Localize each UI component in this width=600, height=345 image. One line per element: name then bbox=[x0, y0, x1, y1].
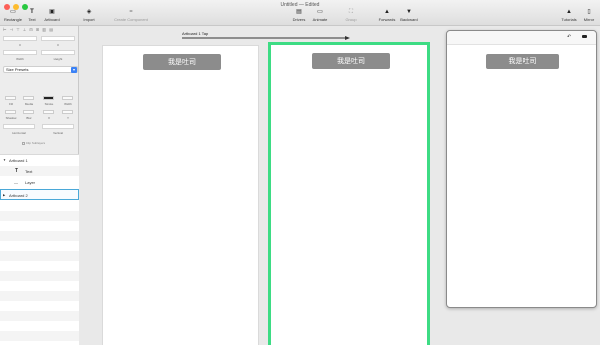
disclosure-triangle-icon: ▼ bbox=[3, 158, 6, 162]
artboard-label: Artboard bbox=[44, 17, 60, 22]
shadow-y-field[interactable] bbox=[62, 110, 73, 114]
layer-label: Text bbox=[25, 169, 33, 174]
shadow-x-label: X bbox=[47, 116, 50, 120]
layer-row-artboard-2[interactable]: ▶ Artboard 2 bbox=[0, 189, 79, 200]
import-icon: ◈ bbox=[86, 9, 92, 15]
tutorials-label: Tutorials bbox=[561, 17, 577, 22]
component-icon: ⚭ bbox=[128, 9, 134, 15]
y-position-field[interactable] bbox=[41, 36, 75, 41]
fill-swatch[interactable] bbox=[5, 96, 16, 100]
drivers-button[interactable]: ▤ Drivers bbox=[290, 9, 308, 22]
vertical-label: Vertical bbox=[53, 131, 63, 135]
graduation-cap-icon: ▲ bbox=[566, 9, 572, 15]
drivers-icon: ▤ bbox=[296, 9, 302, 15]
forwards-label: Forwards bbox=[378, 17, 396, 22]
size-presets-value: Size Presets bbox=[6, 67, 29, 72]
text-tool-button[interactable]: T Text bbox=[25, 9, 39, 22]
group-label: Group bbox=[345, 17, 357, 22]
artboard-icon: ▣ bbox=[49, 9, 55, 15]
send-backward-icon: ▼ bbox=[406, 9, 412, 15]
clip-sublayers-checkbox[interactable]: Clip Sublayers bbox=[22, 141, 45, 145]
design-canvas[interactable]: Artboard 1 Tap 我是吐司 我是吐司 bbox=[80, 26, 440, 345]
animate-button[interactable]: ▭ Animate bbox=[310, 9, 330, 22]
backward-label: Backward bbox=[400, 17, 418, 22]
preview-button[interactable]: 我是吐司 bbox=[486, 54, 559, 69]
tutorials-button[interactable]: ▲ Tutorials bbox=[558, 9, 580, 22]
text-label: Text bbox=[28, 17, 36, 22]
checkbox-icon bbox=[22, 141, 25, 145]
artboard-tool-button[interactable]: ▣ Artboard bbox=[41, 9, 63, 22]
artboard-2-button[interactable]: 我是吐司 bbox=[312, 53, 390, 69]
bring-forward-icon: ▲ bbox=[384, 9, 390, 15]
artboard-1[interactable]: 我是吐司 bbox=[102, 45, 259, 345]
rectangle-tool-button[interactable]: ▭ Rectangle bbox=[2, 9, 24, 22]
shadow-label: Shadow bbox=[5, 116, 17, 120]
record-icon[interactable] bbox=[582, 35, 587, 38]
text-icon: T bbox=[30, 9, 34, 15]
size-presets-dropdown[interactable]: Size Presets ▾ bbox=[3, 66, 78, 73]
toolbar: Untitled — Edited ▭ Rectangle T Text ▣ A… bbox=[0, 0, 600, 26]
preview-toolbar: ↶ bbox=[447, 31, 596, 45]
mirror-icon: ▯ bbox=[587, 9, 591, 15]
back-arrow-icon[interactable]: ↶ bbox=[567, 34, 571, 40]
rectangle-icon: ▭ bbox=[10, 9, 16, 15]
shadow-x-field[interactable] bbox=[43, 110, 54, 114]
height-label: Height bbox=[53, 57, 63, 61]
animate-label: Animate bbox=[312, 17, 328, 22]
artboard-2-selected[interactable]: 我是吐司 bbox=[268, 42, 430, 345]
stroke-width-field[interactable] bbox=[62, 96, 73, 100]
horizontal-constraint-dropdown[interactable] bbox=[3, 124, 35, 129]
fill-label: Fill bbox=[9, 102, 13, 106]
layer-row-text[interactable]: T Text bbox=[0, 166, 79, 177]
vertical-constraint-dropdown[interactable] bbox=[42, 124, 74, 129]
animate-icon: ▭ bbox=[317, 9, 323, 15]
x-position-field[interactable] bbox=[3, 36, 37, 41]
height-field[interactable] bbox=[41, 50, 75, 55]
x-value: 0 bbox=[19, 43, 21, 47]
alignment-icons: ⊢ ⊣ ⊤ ⊥ ⊟ ⊞ ▥ ▤ bbox=[3, 27, 54, 32]
create-component-label: Create Component bbox=[114, 17, 148, 22]
shadow-swatch[interactable] bbox=[5, 110, 16, 114]
rectangle-layer-icon: — bbox=[14, 180, 18, 185]
drivers-label: Drivers bbox=[292, 17, 306, 22]
group-button[interactable]: ⛶ Group bbox=[343, 9, 359, 22]
create-component-button[interactable]: ⚭ Create Component bbox=[110, 9, 152, 22]
inspector-panel: ⊢ ⊣ ⊤ ⊥ ⊟ ⊞ ▥ ▤ 0 0 Width Height Size Pr… bbox=[0, 26, 79, 345]
stroke-swatch[interactable] bbox=[43, 96, 54, 100]
width-stroke-label: Width bbox=[64, 102, 72, 106]
clip-sublayers-label: Clip Sublayers bbox=[25, 141, 46, 145]
sketch-app-window: Untitled — Edited ▭ Rectangle T Text ▣ A… bbox=[0, 0, 600, 345]
import-button[interactable]: ◈ Import bbox=[80, 9, 98, 22]
shadow-y-label: Y bbox=[66, 116, 69, 120]
layer-label: Artboard 1 bbox=[9, 158, 28, 163]
backward-button[interactable]: ▼ Backward bbox=[398, 9, 420, 22]
artboard-1-button[interactable]: 我是吐司 bbox=[143, 54, 221, 70]
import-label: Import bbox=[83, 17, 95, 22]
window-title: Untitled — Edited bbox=[280, 2, 320, 8]
mirror-button[interactable]: ▯ Mirror bbox=[580, 9, 598, 22]
chevron-down-icon: ▾ bbox=[71, 67, 77, 73]
media-swatch[interactable] bbox=[23, 96, 34, 100]
layer-label: Artboard 2 bbox=[9, 193, 28, 198]
mirror-label: Mirror bbox=[583, 17, 595, 22]
layers-list: ▼ Artboard 1 T Text — Layer ▶ Artboard 2 bbox=[0, 154, 79, 345]
group-icon: ⛶ bbox=[348, 9, 354, 15]
layer-label: Layer bbox=[25, 180, 36, 185]
disclosure-triangle-icon: ▶ bbox=[3, 193, 6, 197]
rectangle-label: Rectangle bbox=[3, 17, 22, 22]
layer-row-layer[interactable]: — Layer bbox=[0, 177, 79, 188]
blur-label: Blur bbox=[26, 116, 32, 120]
blur-field[interactable] bbox=[23, 110, 34, 114]
horizontal-label: Horizontal bbox=[12, 131, 26, 135]
text-layer-icon: T bbox=[15, 168, 19, 174]
stroke-label: Stroke bbox=[44, 102, 54, 106]
preview-window[interactable]: ↶ 我是吐司 bbox=[446, 30, 597, 308]
width-field[interactable] bbox=[3, 50, 37, 55]
forwards-button[interactable]: ▲ Forwards bbox=[376, 9, 398, 22]
layer-row-artboard-1[interactable]: ▼ Artboard 1 bbox=[0, 155, 79, 166]
width-label: Width bbox=[16, 57, 24, 61]
media-label: Media bbox=[24, 102, 34, 106]
y-value: 0 bbox=[57, 43, 59, 47]
